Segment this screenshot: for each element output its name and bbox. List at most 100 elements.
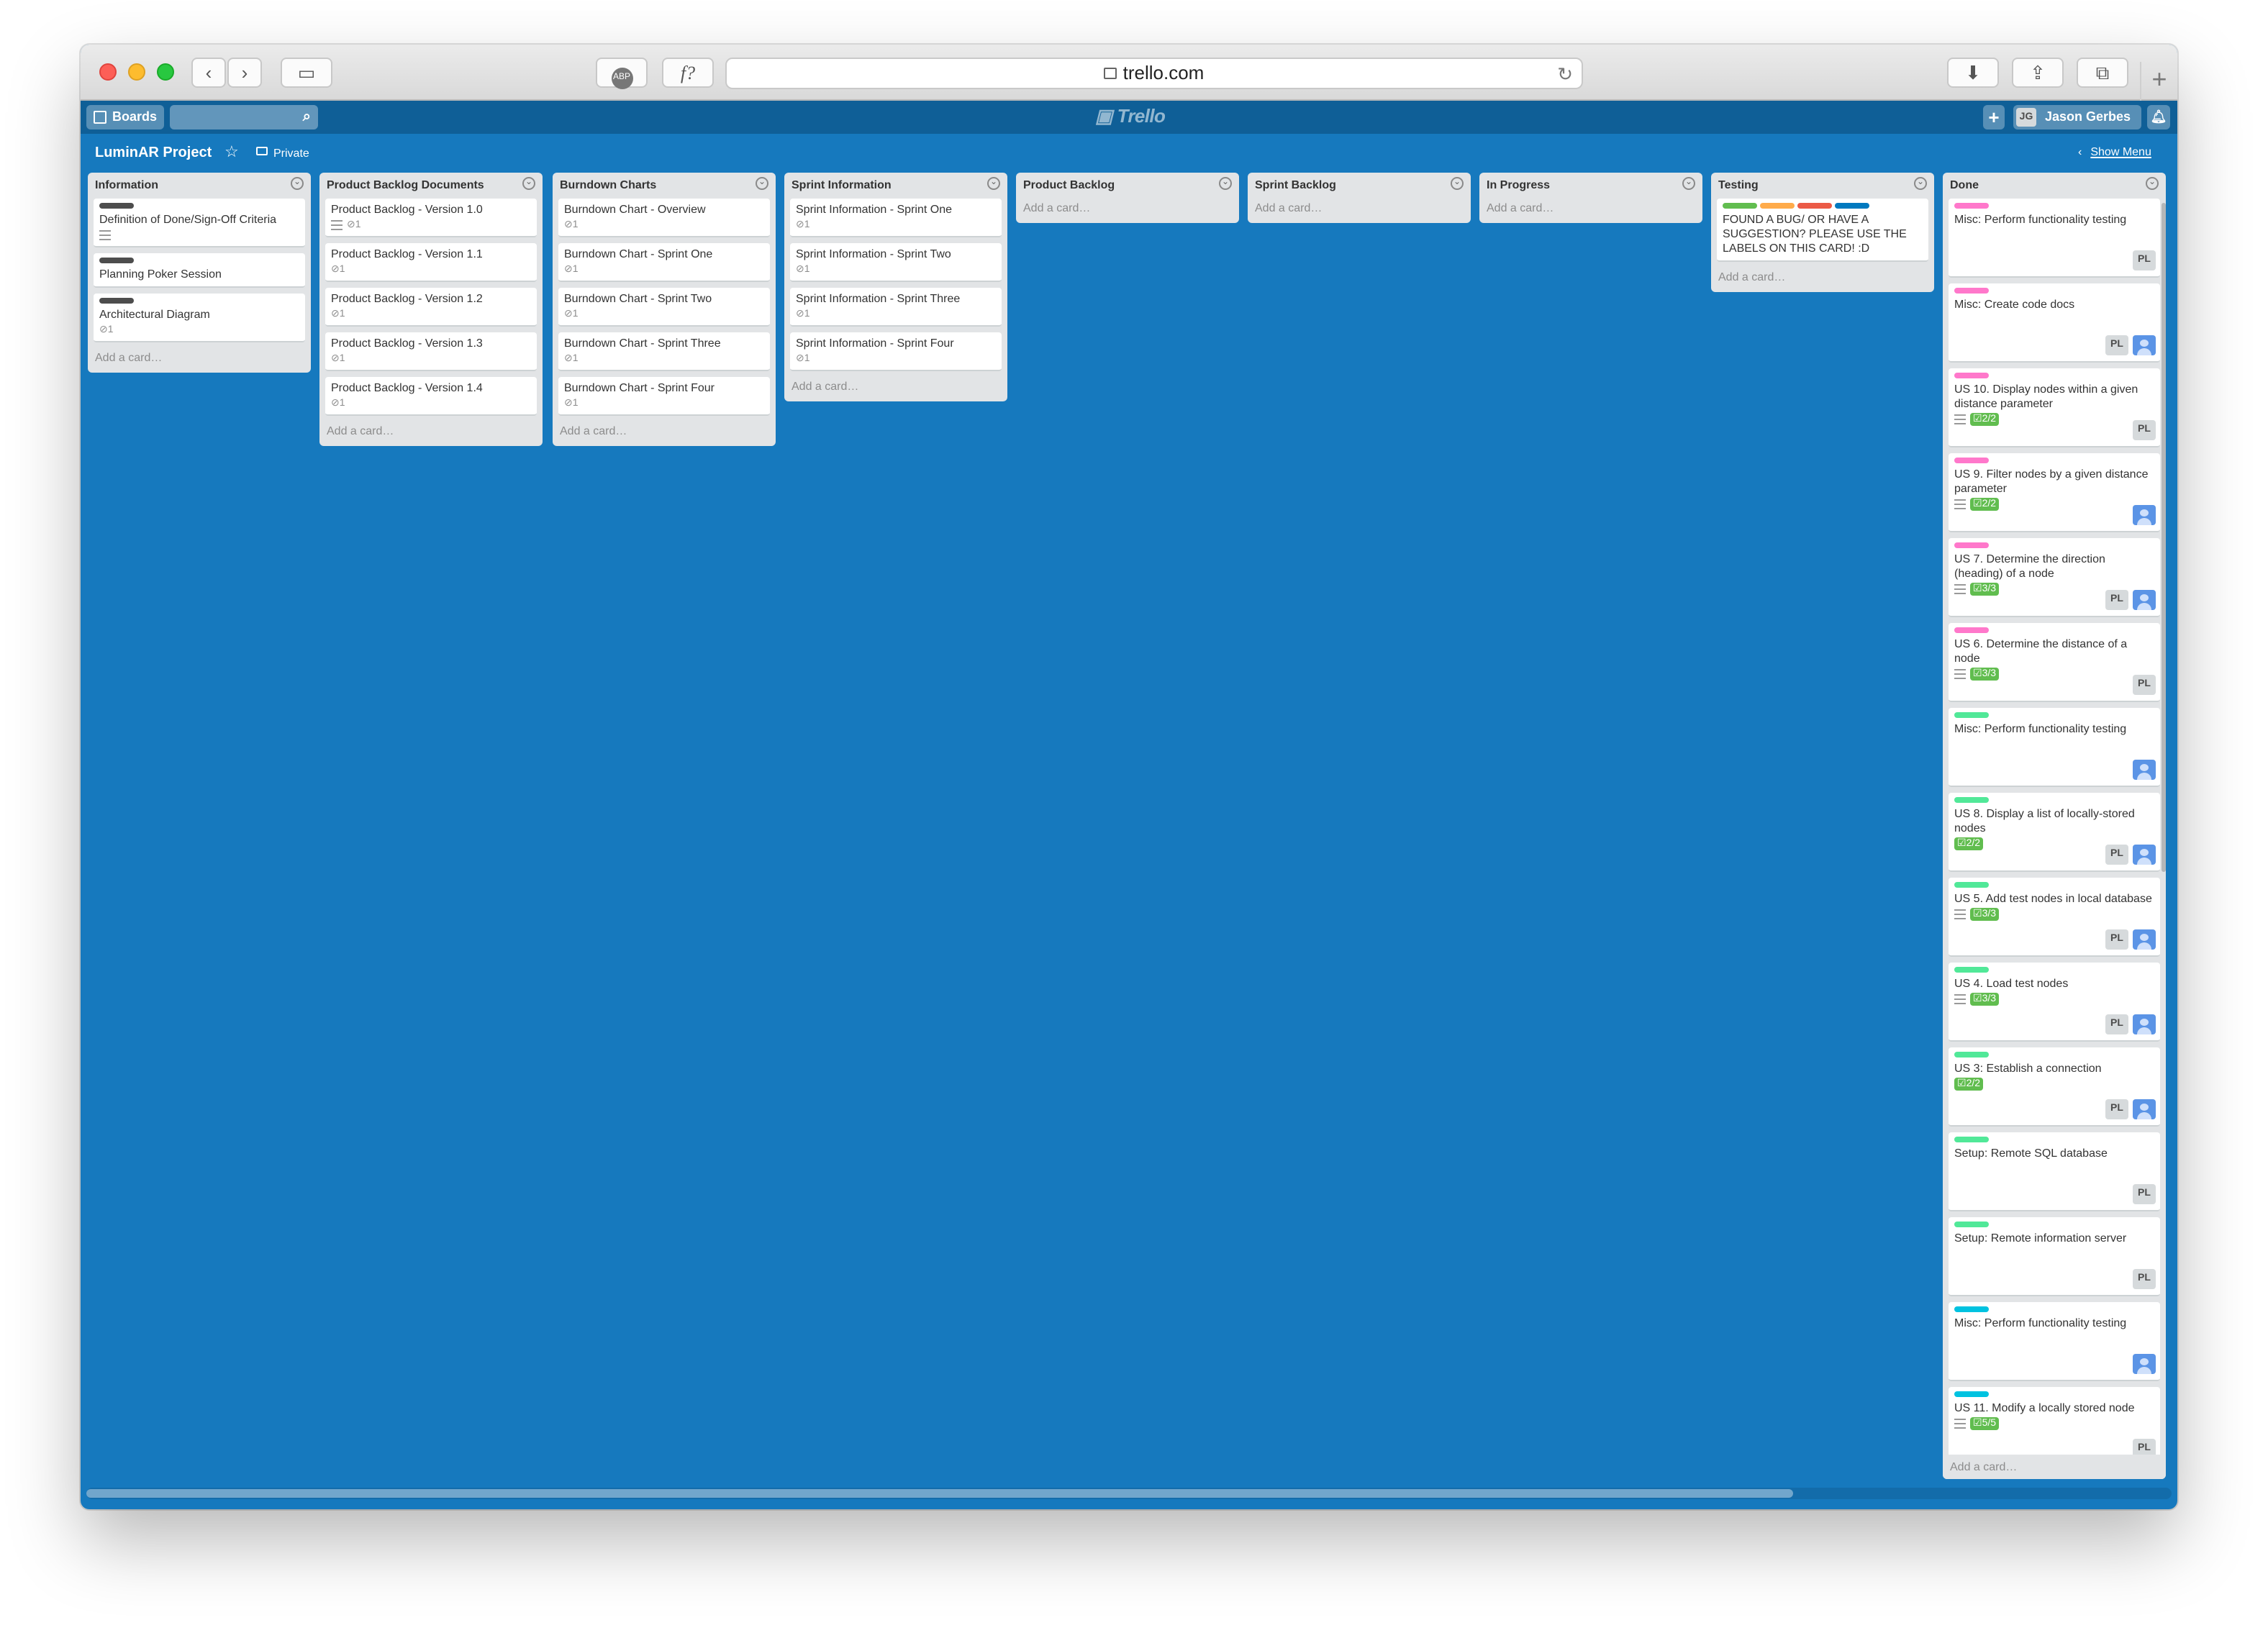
list-title[interactable]: Sprint Information [791,178,892,191]
card[interactable]: Burndown Chart - Sprint Two ⊘1 [558,288,770,327]
member-avatar[interactable]: PL [2105,335,2128,355]
add-card-button[interactable]: Add a card… [1016,199,1239,223]
add-card-button[interactable]: Add a card… [1943,1455,2166,1479]
trello-logo[interactable]: ▣ Trello [1095,105,1166,128]
card[interactable]: Misc: Perform functionality testing [1949,1302,2160,1381]
card[interactable]: Sprint Information - Sprint One ⊘1 [790,199,1002,237]
tabs-overview-button[interactable]: ⧉ [2077,58,2128,88]
list-title[interactable]: Product Backlog Documents [327,178,484,191]
list-menu-icon[interactable]: ⌄ [1451,177,1464,190]
list-title[interactable]: Burndown Charts [560,178,656,191]
show-menu-link[interactable]: ‹ Show Menu [2078,145,2151,158]
list-menu-icon[interactable]: ⌄ [2146,177,2159,190]
list-title[interactable]: Information [95,178,158,191]
card[interactable]: Product Backlog - Version 1.2 ⊘1 [325,288,537,327]
card[interactable]: Setup: Remote SQL database PL [1949,1132,2160,1211]
list-title[interactable]: Product Backlog [1023,178,1115,191]
minimize-window-button[interactable] [128,63,145,81]
card[interactable]: Misc: Create code docs PL [1949,283,2160,363]
card[interactable]: Product Backlog - Version 1.1 ⊘1 [325,243,537,282]
adblock-button[interactable]: ABP [596,58,648,89]
new-tab-button[interactable]: + [2140,62,2177,101]
member-avatar[interactable]: PL [2105,929,2128,950]
card[interactable]: Burndown Chart - Sprint Four ⊘1 [558,377,770,416]
star-icon[interactable]: ☆ [224,142,239,161]
zoom-window-button[interactable] [157,63,174,81]
list-header[interactable]: Sprint Information ⌄ [784,173,1007,197]
member-avatar[interactable]: PL [2133,250,2156,270]
member-avatar[interactable]: PL [2105,590,2128,610]
list-header[interactable]: In Progress ⌄ [1479,173,1702,197]
done-list-scrollbar[interactable] [2162,203,2166,872]
card[interactable]: Sprint Information - Sprint Two ⊘1 [790,243,1002,282]
list-header[interactable]: Sprint Backlog ⌄ [1248,173,1471,197]
member-avatar[interactable]: PL [2133,1269,2156,1289]
member-avatar-icon[interactable] [2133,335,2156,355]
list-header[interactable]: Information ⌄ [88,173,311,197]
member-avatar[interactable]: PL [2133,675,2156,695]
member-avatar-icon[interactable] [2133,845,2156,865]
card[interactable]: Setup: Remote information server PL [1949,1217,2160,1296]
member-avatar-icon[interactable] [2133,760,2156,780]
list-title[interactable]: Done [1950,178,1979,191]
visibility-button[interactable]: Private [273,147,309,160]
notifications-button[interactable]: 🔔︎ [2147,105,2170,129]
card[interactable]: Definition of Done/Sign-Off Criteria [94,199,305,247]
member-avatar[interactable]: PL [2105,1099,2128,1119]
list-menu-icon[interactable]: ⌄ [987,177,1000,190]
reload-icon[interactable]: ↻ [1557,60,1573,89]
card[interactable]: Product Backlog - Version 1.0 ⊘1 [325,199,537,237]
list-menu-icon[interactable]: ⌄ [756,177,768,190]
list-header[interactable]: Product Backlog ⌄ [1016,173,1239,197]
list-title[interactable]: Testing [1718,178,1759,191]
back-button[interactable]: ‹ [191,58,226,88]
list-title[interactable]: In Progress [1487,178,1550,191]
list-header[interactable]: Burndown Charts ⌄ [553,173,776,197]
formula-extension-button[interactable]: f? [662,58,714,88]
card[interactable]: US 3: Establish a connection ☑2/2 PL [1949,1047,2160,1127]
list-menu-icon[interactable]: ⌄ [1914,177,1927,190]
member-avatar-icon[interactable] [2133,1099,2156,1119]
member-avatar[interactable]: PL [2133,1439,2156,1456]
add-card-button[interactable]: Add a card… [319,422,543,446]
close-window-button[interactable] [99,63,117,81]
list-header[interactable]: Product Backlog Documents ⌄ [319,173,543,197]
member-avatar[interactable]: PL [2133,420,2156,440]
add-card-button[interactable]: Add a card… [1479,199,1702,223]
member-avatar[interactable]: PL [2133,1184,2156,1204]
list-title[interactable]: Sprint Backlog [1255,178,1336,191]
card[interactable]: Burndown Chart - Sprint Three ⊘1 [558,332,770,371]
search-input[interactable]: ⌕ [170,105,318,129]
card[interactable]: US 4. Load test nodes ☑3/3 PL [1949,963,2160,1042]
list-header[interactable]: Done ⌄ [1943,173,2166,197]
add-card-button[interactable]: Add a card… [784,377,1007,401]
card[interactable]: Product Backlog - Version 1.3 ⊘1 [325,332,537,371]
member-avatar-icon[interactable] [2133,1354,2156,1374]
member-avatar[interactable]: PL [2105,845,2128,865]
member-avatar-icon[interactable] [2133,1014,2156,1034]
add-card-button[interactable]: Add a card… [553,422,776,446]
card[interactable]: US 7. Determine the direction (heading) … [1949,538,2160,617]
member-avatar[interactable]: PL [2105,1014,2128,1034]
create-button[interactable]: + [1983,105,2005,129]
list-menu-icon[interactable]: ⌄ [291,177,304,190]
share-button[interactable]: ⇪ [2012,58,2064,88]
member-avatar-icon[interactable] [2133,590,2156,610]
card[interactable]: Architectural Diagram ⊘1 [94,294,305,342]
add-card-button[interactable]: Add a card… [88,348,311,373]
sidebar-toggle-button[interactable]: ▭ [281,58,332,88]
downloads-button[interactable]: ⬇ [1947,58,1999,88]
member-avatar-icon[interactable] [2133,929,2156,950]
card[interactable]: Planning Poker Session [94,253,305,288]
member-avatar-icon[interactable] [2133,505,2156,525]
user-menu-button[interactable]: JG Jason Gerbes [2013,105,2141,129]
card[interactable]: US 11. Modify a locally stored node ☑5/5 P… [1949,1387,2160,1456]
list-menu-icon[interactable]: ⌄ [522,177,535,190]
add-card-button[interactable]: Add a card… [1248,199,1471,223]
card[interactable]: US 9. Filter nodes by a given distance p… [1949,453,2160,532]
card[interactable]: Burndown Chart - Sprint One ⊘1 [558,243,770,282]
card[interactable]: Sprint Information - Sprint Three ⊘1 [790,288,1002,327]
add-card-button[interactable]: Add a card… [1711,268,1934,292]
boards-button[interactable]: Boards [86,105,164,129]
card[interactable]: Sprint Information - Sprint Four ⊘1 [790,332,1002,371]
